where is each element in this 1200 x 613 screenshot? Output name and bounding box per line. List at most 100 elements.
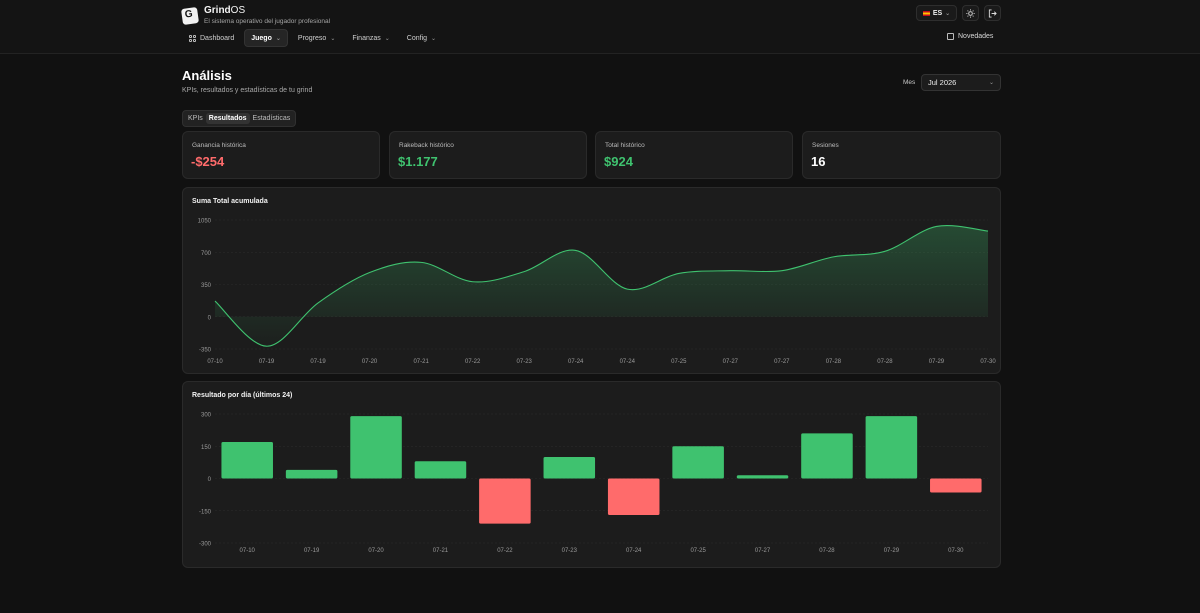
x-tick-label: 07-30 <box>980 359 996 365</box>
bar <box>930 478 982 493</box>
kpi-card: Rakeback histórico $1.177 <box>389 131 587 179</box>
app-tagline: El sistema operativo del jugador profesi… <box>204 18 331 25</box>
nav-item-finanzas[interactable]: Finanzas ⌄ <box>345 29 396 47</box>
bar <box>350 416 402 479</box>
nav-item-label: Finanzas <box>352 34 381 42</box>
page-subtitle: KPIs, resultados y estadísticas de tu gr… <box>182 87 313 94</box>
bar <box>543 457 596 479</box>
y-tick-label: 350 <box>201 283 212 289</box>
x-tick-label: 07-29 <box>929 359 945 365</box>
chevron-down-icon: ⌄ <box>431 35 437 42</box>
kpi-label: Ganancia histórica <box>192 142 246 149</box>
bar <box>865 416 918 479</box>
chevron-down-icon: ⌄ <box>384 35 390 42</box>
x-tick-label: 07-28 <box>819 548 835 554</box>
nav-item-config[interactable]: Config ⌄ <box>400 29 443 47</box>
kpi-value: -$254 <box>191 154 225 169</box>
chevron-down-icon: ⌄ <box>330 35 336 42</box>
y-tick-label: -300 <box>199 542 212 548</box>
kpi-card: Ganancia histórica -$254 <box>182 131 380 179</box>
kpi-label: Rakeback histórico <box>399 142 454 149</box>
x-tick-label: 07-22 <box>497 548 513 554</box>
newspaper-icon <box>947 33 954 40</box>
main-nav: Dashboard Juego ⌄ Progreso ⌄ Finanzas ⌄ Config ⌄ <box>182 29 446 47</box>
logout-icon <box>988 8 997 18</box>
spain-flag-icon <box>922 10 930 16</box>
kpi-label: Sesiones <box>812 142 839 149</box>
x-tick-label: 07-25 <box>690 548 706 554</box>
x-tick-label: 07-24 <box>620 359 636 365</box>
x-tick-label: 07-24 <box>626 548 642 554</box>
tab-resultados[interactable]: Resultados <box>205 113 250 124</box>
y-tick-label: 150 <box>201 445 212 451</box>
bar <box>479 478 531 524</box>
nav-item-juego[interactable]: Juego ⌄ <box>244 29 288 47</box>
bar <box>801 433 853 479</box>
y-tick-label: 700 <box>201 251 212 257</box>
x-tick-label: 07-19 <box>310 359 326 365</box>
x-tick-label: 07-21 <box>433 548 449 554</box>
x-tick-label: 07-28 <box>826 359 842 365</box>
bar <box>736 475 789 479</box>
page-title: Análisis <box>182 68 232 83</box>
nav-item-label: Progreso <box>297 34 327 42</box>
nav-item-dashboard[interactable]: Dashboard <box>182 29 241 47</box>
x-tick-label: 07-24 <box>568 359 584 365</box>
chevron-down-icon: ⌄ <box>988 80 994 86</box>
nav-item-progreso[interactable]: Progreso ⌄ <box>291 29 342 47</box>
chevron-down-icon: ⌄ <box>275 35 281 42</box>
x-tick-label: 07-19 <box>259 359 275 365</box>
kpi-card: Sesiones 16 <box>802 131 1001 179</box>
x-tick-label: 07-23 <box>562 548 578 554</box>
x-tick-label: 07-19 <box>304 548 320 554</box>
x-tick-label: 07-28 <box>877 359 893 365</box>
area-fill <box>215 225 988 347</box>
language-selector[interactable]: ES ⌄ <box>916 5 957 21</box>
kpi-value: $924 <box>604 154 633 169</box>
x-tick-label: 07-20 <box>362 359 378 365</box>
cumulative-chart-card: Suma Total acumulada 1050 700 350 0 -350 07-1… <box>182 187 1001 374</box>
bar <box>607 478 660 516</box>
grindos-logo-icon <box>180 6 200 26</box>
x-tick-label: 07-22 <box>465 359 481 365</box>
news-label: Novedades <box>958 33 994 40</box>
sun-icon <box>966 8 975 18</box>
y-tick-label: -350 <box>199 348 212 354</box>
bar <box>414 461 467 479</box>
x-tick-label: 07-30 <box>948 548 964 554</box>
x-tick-label: 07-10 <box>207 359 223 365</box>
nav-item-label: Config <box>406 34 428 42</box>
language-code: ES <box>932 9 943 17</box>
news-link[interactable]: Novedades <box>947 33 993 40</box>
daily-result-chart-card: Resultado por día (últimos 24) 300 150 0 -1… <box>182 381 1001 568</box>
tab-kpis[interactable]: KPIs <box>185 113 206 124</box>
month-value: Jul 2026 <box>928 78 957 87</box>
bar <box>221 441 273 479</box>
y-tick-label: 0 <box>208 315 212 321</box>
dashboard-grid-icon <box>189 34 196 42</box>
month-label: Mes <box>903 79 916 86</box>
y-tick-label: 300 <box>201 413 212 419</box>
nav-item-label: Juego <box>251 34 272 42</box>
top-bar: GrindOS El sistema operativo del jugador… <box>0 0 1200 54</box>
kpi-value: $1.177 <box>398 154 438 169</box>
bar <box>672 446 724 479</box>
kpi-label: Total histórico <box>605 142 645 149</box>
daily-bar-chart: 300 150 0 -150 -300 07-10 07-19 07-20 07-21 07-22… <box>199 413 988 554</box>
cumulative-area-chart: 1050 700 350 0 -350 07-10 07-19 07-19 07-20 07-21… <box>198 219 997 366</box>
tab-estadisticas[interactable]: Estadísticas <box>250 113 294 124</box>
x-tick-label: 07-27 <box>774 359 790 365</box>
section-tabs: KPIs Resultados Estadísticas <box>182 110 297 127</box>
bar <box>285 469 338 479</box>
x-tick-label: 07-23 <box>517 359 533 365</box>
brand[interactable]: GrindOS El sistema operativo del jugador… <box>180 5 331 26</box>
chevron-down-icon: ⌄ <box>945 10 951 17</box>
month-select[interactable]: Jul 2026 ⌄ <box>921 74 1001 91</box>
logout-button[interactable] <box>984 5 1001 21</box>
x-tick-label: 07-29 <box>884 548 900 554</box>
kpi-card: Total histórico $924 <box>595 131 793 179</box>
y-tick-label: 0 <box>208 477 212 483</box>
theme-toggle-button[interactable] <box>962 5 979 21</box>
kpi-value: 16 <box>811 154 826 169</box>
x-tick-label: 07-27 <box>723 359 739 365</box>
